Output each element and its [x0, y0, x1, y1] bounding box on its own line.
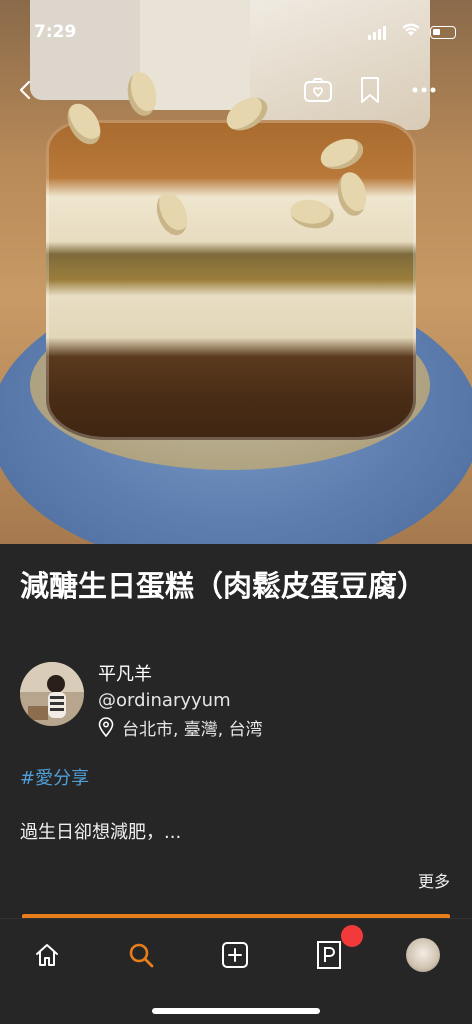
wifi-icon — [402, 22, 420, 41]
status-time: 7:29 — [34, 22, 77, 42]
magazine-icon — [317, 941, 341, 969]
post-details: 減醣生日蛋糕（肉鬆皮蛋豆腐） 平凡羊 @ordinaryyum 台北市, 臺灣,… — [0, 544, 472, 918]
camera-heart-icon — [304, 78, 332, 102]
ellipsis-icon — [412, 87, 436, 93]
add-square-icon — [222, 942, 248, 968]
tab-bar — [0, 918, 472, 1024]
home-icon — [36, 944, 58, 966]
bookmark-icon — [361, 77, 379, 103]
back-button[interactable] — [8, 72, 44, 108]
author-block[interactable]: 平凡羊 @ordinaryyum 台北市, 臺灣, 台湾 — [20, 662, 263, 740]
hero-photo[interactable] — [0, 0, 472, 544]
author-handle[interactable]: @ordinaryyum — [98, 688, 263, 714]
chevron-left-icon — [19, 80, 31, 100]
cake — [46, 120, 416, 440]
notification-badge — [341, 925, 363, 947]
author-name[interactable]: 平凡羊 — [98, 662, 263, 688]
tab-search[interactable] — [119, 933, 163, 977]
tab-add[interactable] — [213, 933, 257, 977]
more-link[interactable]: 更多 — [418, 868, 450, 892]
avatar[interactable] — [20, 662, 84, 726]
tab-magazine[interactable] — [307, 925, 363, 977]
search-icon — [129, 943, 154, 968]
post-description: 過生日卻想減肥，... — [20, 822, 182, 843]
home-indicator — [152, 1008, 320, 1014]
more-button[interactable] — [406, 72, 442, 108]
location-pin-icon — [98, 717, 114, 737]
battery-icon — [430, 26, 456, 39]
avatar — [406, 938, 440, 972]
cellular-signal-icon — [368, 26, 386, 40]
location-label: 台北市, 臺灣, 台湾 — [122, 719, 263, 740]
post-title: 減醣生日蛋糕（肉鬆皮蛋豆腐） — [20, 569, 427, 603]
status-bar: 7:29 — [0, 0, 472, 54]
bookmark-button[interactable] — [352, 72, 388, 108]
tab-profile[interactable] — [401, 933, 445, 977]
location[interactable]: 台北市, 臺灣, 台湾 — [98, 714, 263, 740]
tab-home[interactable] — [25, 933, 69, 977]
hashtag-link[interactable]: #愛分享 — [20, 764, 89, 790]
camera-button[interactable] — [300, 72, 336, 108]
